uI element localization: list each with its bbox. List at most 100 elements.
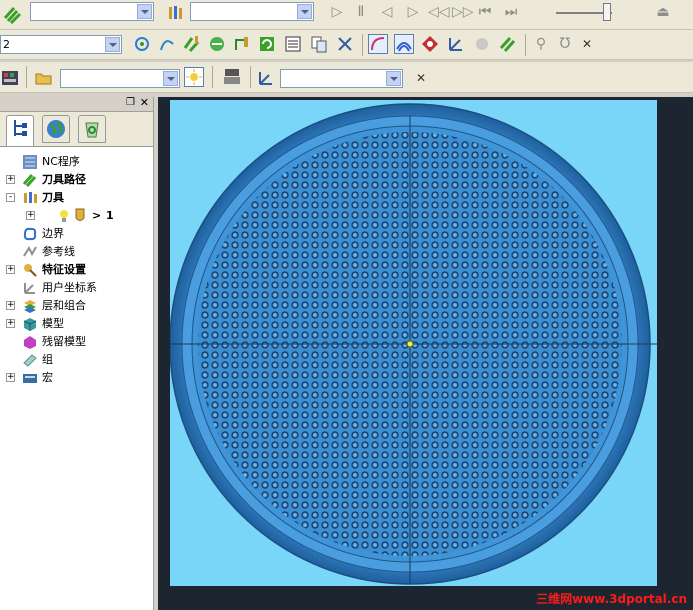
tree-item-boundaries[interactable]: 边界 — [0, 225, 150, 243]
restore-icon[interactable]: ❐ — [126, 97, 135, 108]
chevron-down-icon[interactable] — [386, 71, 401, 86]
explorer-tabs — [0, 112, 153, 147]
tree-item-workplanes[interactable]: 用户坐标系 — [0, 279, 150, 297]
stock-model-icon — [22, 334, 38, 350]
workplane-icon — [22, 280, 38, 296]
chevron-down-icon[interactable] — [297, 4, 312, 19]
list-icon[interactable] — [283, 34, 303, 54]
pattern-icon[interactable] — [394, 34, 414, 54]
tree-item-groups[interactable]: 组 — [0, 351, 150, 369]
eject-icon[interactable]: ⏏ — [654, 2, 672, 22]
expand-icon[interactable]: + — [6, 265, 15, 274]
collapse-icon[interactable]: - — [6, 193, 15, 202]
stock-icon[interactable] — [472, 34, 492, 54]
tab-recycle[interactable] — [78, 115, 106, 143]
machine-icon[interactable] — [0, 68, 20, 88]
machine-select[interactable] — [60, 69, 180, 88]
boundary-icon[interactable] — [368, 34, 388, 54]
probe-icon[interactable]: ⚲ — [532, 34, 550, 54]
tree-item-feature-sets[interactable]: + 特征设置 — [0, 261, 150, 279]
pause-icon[interactable]: Ⅱ — [352, 2, 370, 22]
separator — [250, 66, 251, 88]
close-icon[interactable]: ✕ — [578, 34, 596, 54]
tree-item-nc-programs[interactable]: NC程序 — [0, 153, 150, 171]
toolpath-icon — [22, 172, 38, 188]
toolbar-main: 2 ⚲ Ʊ ✕ — [0, 30, 693, 60]
tree-item-models[interactable]: + 模型 — [0, 315, 150, 333]
chevron-down-icon[interactable] — [163, 71, 178, 86]
tool-select[interactable] — [190, 2, 314, 21]
separator — [26, 66, 27, 88]
shank-icon[interactable]: Ʊ — [556, 34, 574, 54]
reorder-icon[interactable] — [232, 34, 252, 54]
copy-icon[interactable] — [309, 34, 329, 54]
group-icon — [22, 352, 38, 368]
axis-icon[interactable] — [256, 68, 276, 88]
tab-globe[interactable] — [42, 115, 70, 143]
go-end-icon[interactable]: ⏭ — [502, 2, 520, 22]
speed-slider-thumb[interactable] — [603, 3, 611, 21]
expand-icon[interactable]: + — [6, 301, 15, 310]
recycle-bin-icon — [85, 122, 99, 138]
folder-open-icon[interactable] — [34, 68, 54, 88]
rewind-icon[interactable]: ◁◁ — [428, 2, 450, 22]
tree-item-tool-1[interactable]: + > 1 — [0, 207, 150, 225]
tool-number: 1 — [106, 209, 114, 222]
tool-arrow: > — [92, 209, 102, 222]
separator — [212, 66, 213, 88]
tree-item-stock-models[interactable]: 残留模型 — [0, 333, 150, 351]
go-start-icon[interactable]: ⏮ — [476, 2, 494, 22]
start-point-icon[interactable] — [182, 34, 202, 54]
feature-icon[interactable] — [420, 34, 440, 54]
boundary-icon — [22, 226, 38, 242]
feed-rate-icon[interactable] — [132, 34, 152, 54]
tool-icon[interactable] — [166, 4, 186, 24]
pattern-icon — [22, 244, 38, 260]
nc-program-icon — [22, 154, 38, 170]
watermark: 三维网www.3dportal.cn — [536, 592, 687, 606]
verify-icon[interactable] — [207, 34, 227, 54]
globe-icon — [47, 120, 65, 138]
step-back-icon[interactable]: ◁ — [378, 2, 396, 22]
workplane-select[interactable] — [280, 69, 403, 88]
expand-icon[interactable]: + — [6, 175, 15, 184]
tree-item-toolpaths[interactable]: + 刀具路径 — [0, 171, 150, 189]
explorer-panel: ❐ ✕ NC程序 + 刀具路径 - 刀具 + > 1 边界 参考线 + 特征设置… — [0, 96, 154, 610]
light-icon[interactable] — [184, 67, 204, 87]
model-icon[interactable] — [498, 34, 518, 54]
tool-icon — [22, 190, 38, 206]
toolbar-playback: ▷ Ⅱ ◁ ▷ ◁◁ ▷▷ ⏮ ⏭ ⏏ — [0, 0, 693, 30]
graphics-viewport[interactable]: 三维网www.3dportal.cn — [158, 97, 693, 610]
leads-links-icon[interactable] — [157, 34, 177, 54]
panel-header: ❐ ✕ — [0, 96, 153, 112]
refresh-icon[interactable] — [257, 34, 277, 54]
model-icon — [22, 316, 38, 332]
tree-item-macros[interactable]: + 宏 — [0, 369, 150, 387]
step-forward-icon[interactable]: ▷ — [404, 2, 422, 22]
feature-icon — [22, 262, 38, 278]
nc-output-icon[interactable] — [222, 67, 242, 87]
play-icon[interactable]: ▷ — [328, 2, 346, 22]
expand-icon[interactable]: + — [6, 319, 15, 328]
expand-icon[interactable]: + — [6, 373, 15, 382]
tools-icon[interactable] — [335, 34, 355, 54]
chevron-down-icon[interactable] — [105, 37, 120, 52]
fast-forward-icon[interactable]: ▷▷ — [452, 2, 474, 22]
toolpath-icon[interactable] — [2, 4, 22, 25]
expand-icon[interactable]: + — [26, 211, 35, 220]
chevron-down-icon[interactable] — [137, 4, 152, 19]
toolpath-select[interactable] — [30, 2, 154, 21]
strategy-select[interactable]: 2 — [0, 35, 122, 54]
workplane-icon[interactable] — [446, 34, 466, 54]
tree-item-tools[interactable]: - 刀具 — [0, 189, 150, 207]
macro-icon — [22, 370, 38, 386]
tree-item-patterns[interactable]: 参考线 — [0, 243, 150, 261]
tab-explorer[interactable] — [6, 115, 34, 146]
close-icon[interactable]: ✕ — [412, 68, 430, 88]
close-icon[interactable]: ✕ — [140, 96, 149, 109]
toolbar-secondary: ✕ — [0, 62, 693, 93]
model-view[interactable] — [169, 100, 657, 586]
tree-item-levels[interactable]: + 层和组合 — [0, 297, 150, 315]
separator — [525, 34, 526, 56]
levels-icon — [22, 298, 38, 314]
